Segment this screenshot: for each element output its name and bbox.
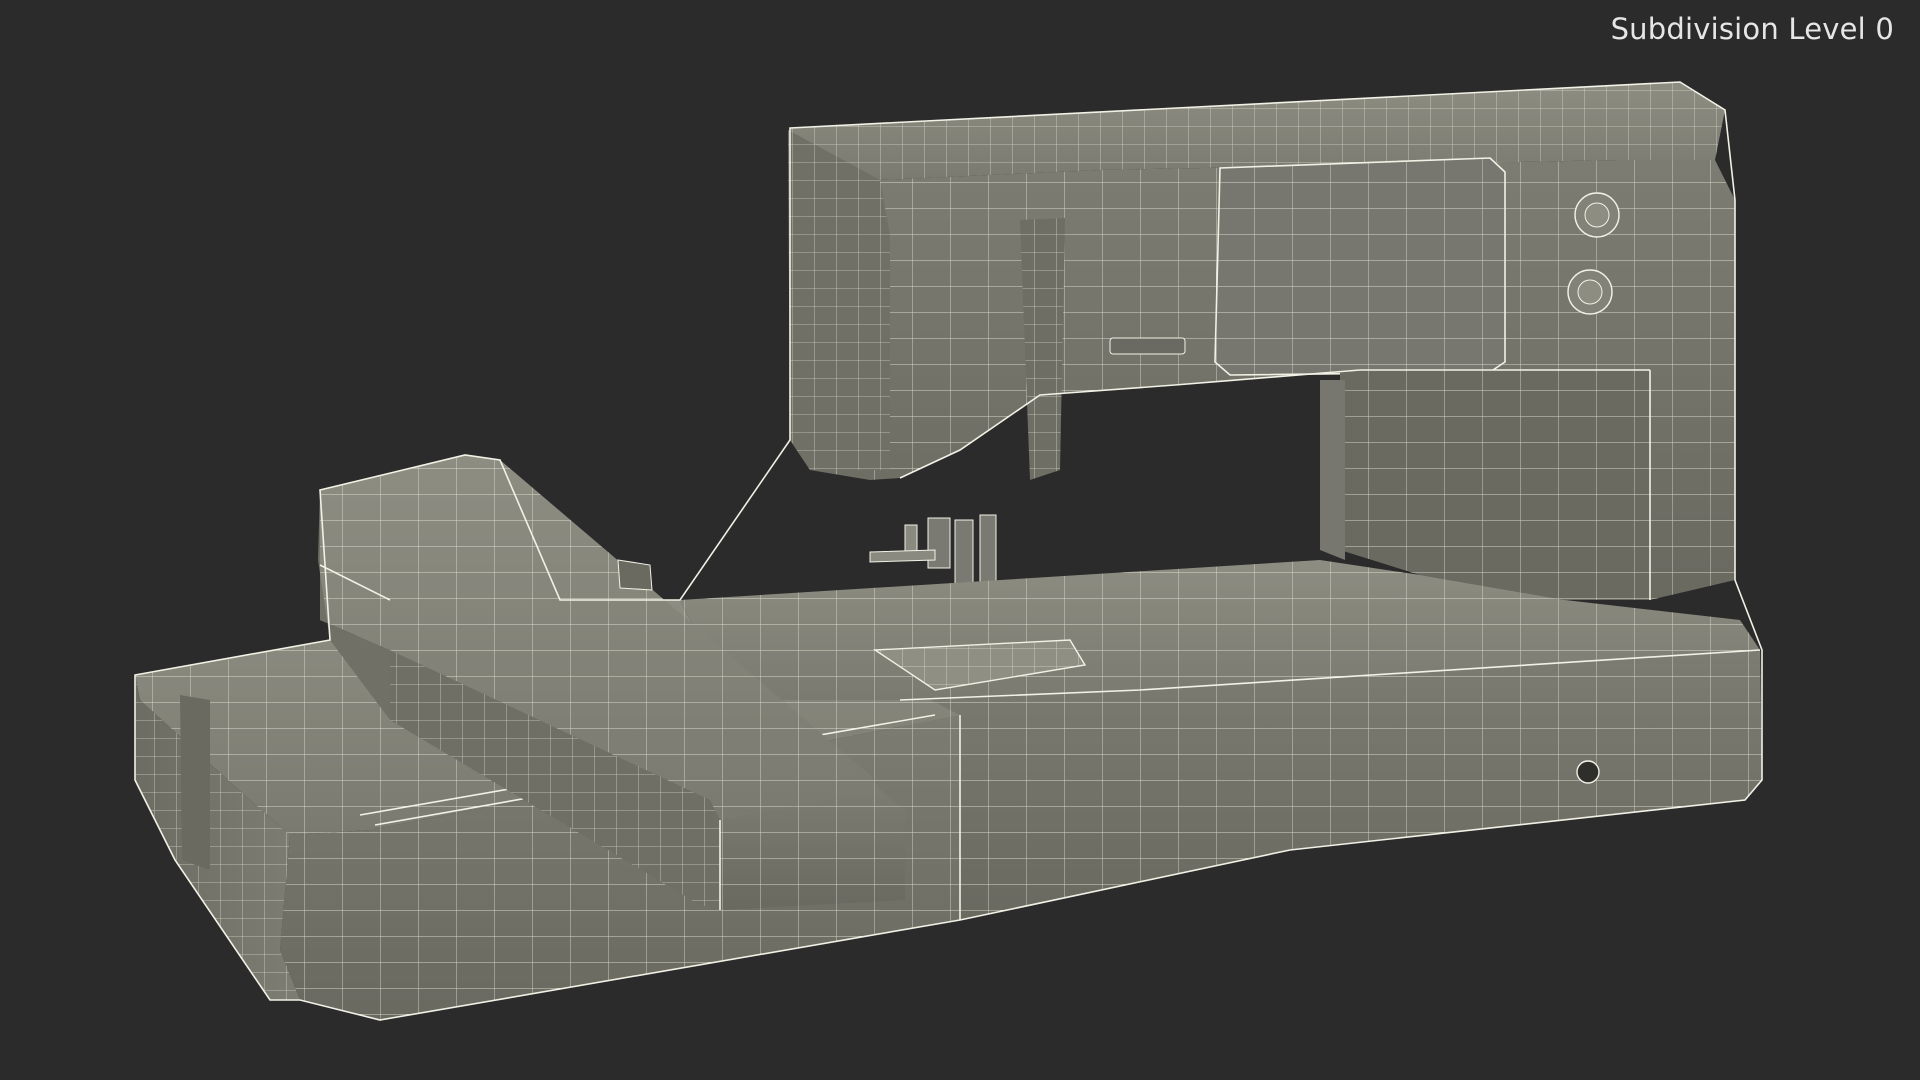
3d-viewport[interactable]: Subdivision Level 0 [0, 0, 1920, 1080]
sewing-machine-wireframe-render [134, 81, 1763, 1021]
machine-pillar [1320, 370, 1650, 600]
